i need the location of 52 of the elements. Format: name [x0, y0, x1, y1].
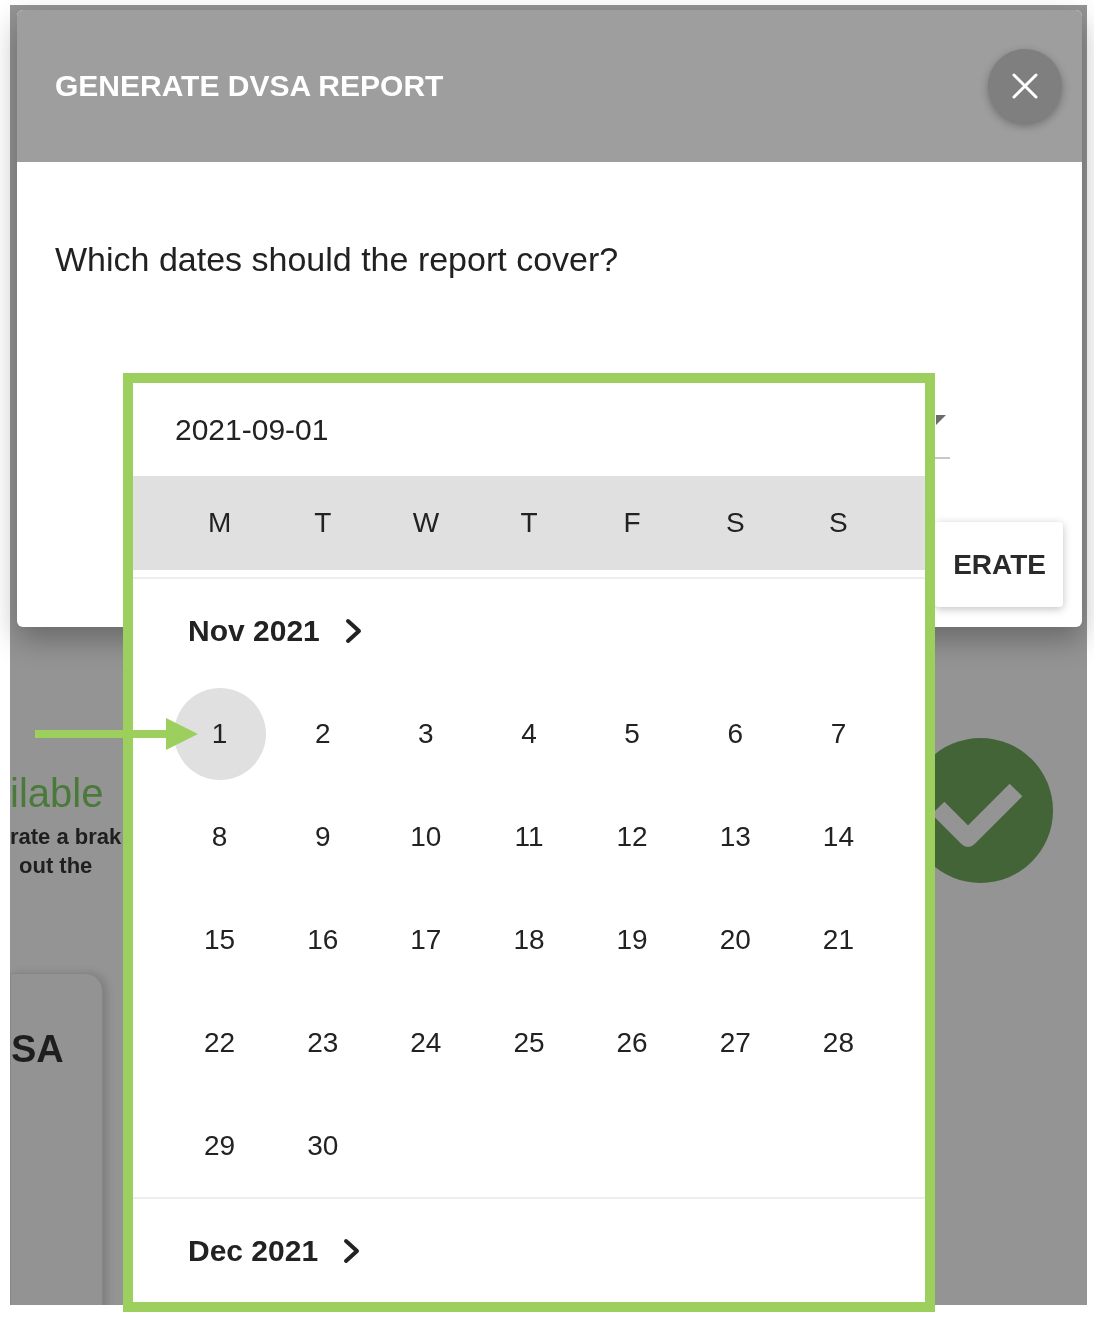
weekday-label: T	[520, 509, 538, 537]
day-button[interactable]: 6	[689, 687, 782, 780]
day-button[interactable]: 8	[173, 790, 266, 883]
day-button[interactable]: 18	[483, 893, 575, 986]
weekday-label: S	[829, 509, 848, 537]
description-text: rate a brak	[10, 823, 122, 851]
day-button[interactable]: 21	[792, 893, 885, 986]
day-button[interactable]: 24	[379, 996, 472, 1089]
day-button[interactable]: 17	[379, 893, 472, 986]
day-button[interactable]: 14	[792, 790, 885, 883]
generate-button[interactable]: ERATE	[935, 522, 1063, 607]
day-button[interactable]: 15	[173, 893, 266, 986]
day-button[interactable]: 4	[483, 687, 575, 780]
day-button[interactable]: 10	[379, 790, 472, 883]
day-button[interactable]: 28	[792, 996, 885, 1089]
day-button[interactable]: 9	[276, 790, 369, 883]
status-text: ilable	[10, 770, 104, 817]
day-button[interactable]: 2	[276, 687, 369, 780]
chevron-right-icon[interactable]	[344, 617, 363, 644]
day-button[interactable]: 27	[689, 996, 782, 1089]
day-button[interactable]: 11	[483, 790, 575, 883]
day-button[interactable]: 5	[586, 687, 679, 780]
day-button[interactable]: 3	[379, 687, 472, 780]
day-button[interactable]: 26	[586, 996, 679, 1089]
description-text: out the	[18, 852, 93, 880]
weekday-label: M	[207, 509, 232, 537]
day-button[interactable]: 19	[586, 893, 679, 986]
month-title: Dec 2021	[188, 1235, 319, 1266]
day-button[interactable]: 12	[586, 790, 679, 883]
weekday-label: F	[623, 509, 641, 537]
day-button[interactable]: 7	[792, 687, 885, 780]
close-icon	[1012, 73, 1038, 99]
month-title: Nov 2021	[188, 615, 320, 646]
dialog-title: GENERATE DVSA REPORT	[55, 71, 444, 101]
card-title: SA	[11, 1030, 64, 1068]
dropdown-caret-icon	[936, 415, 946, 425]
day-button[interactable]: 13	[689, 790, 782, 883]
question-text: Which dates should the report cover?	[55, 242, 619, 276]
day-button[interactable]: 22	[173, 996, 266, 1089]
chevron-right-icon[interactable]	[343, 1237, 362, 1264]
weekday-label: T	[314, 509, 332, 537]
day-button[interactable]: 16	[276, 893, 369, 986]
day-button[interactable]: 20	[689, 893, 782, 986]
weekday-label: S	[725, 509, 745, 537]
close-button[interactable]	[988, 49, 1062, 123]
day-button[interactable]: 29	[173, 1099, 266, 1192]
weekday-label: W	[412, 509, 440, 537]
day-button[interactable]: 25	[483, 996, 575, 1089]
day-button[interactable]: 1	[173, 687, 266, 780]
date-input-field[interactable]: 2021-09-01	[133, 383, 925, 476]
day-button[interactable]: 30	[276, 1099, 369, 1192]
day-button[interactable]: 23	[276, 996, 369, 1089]
